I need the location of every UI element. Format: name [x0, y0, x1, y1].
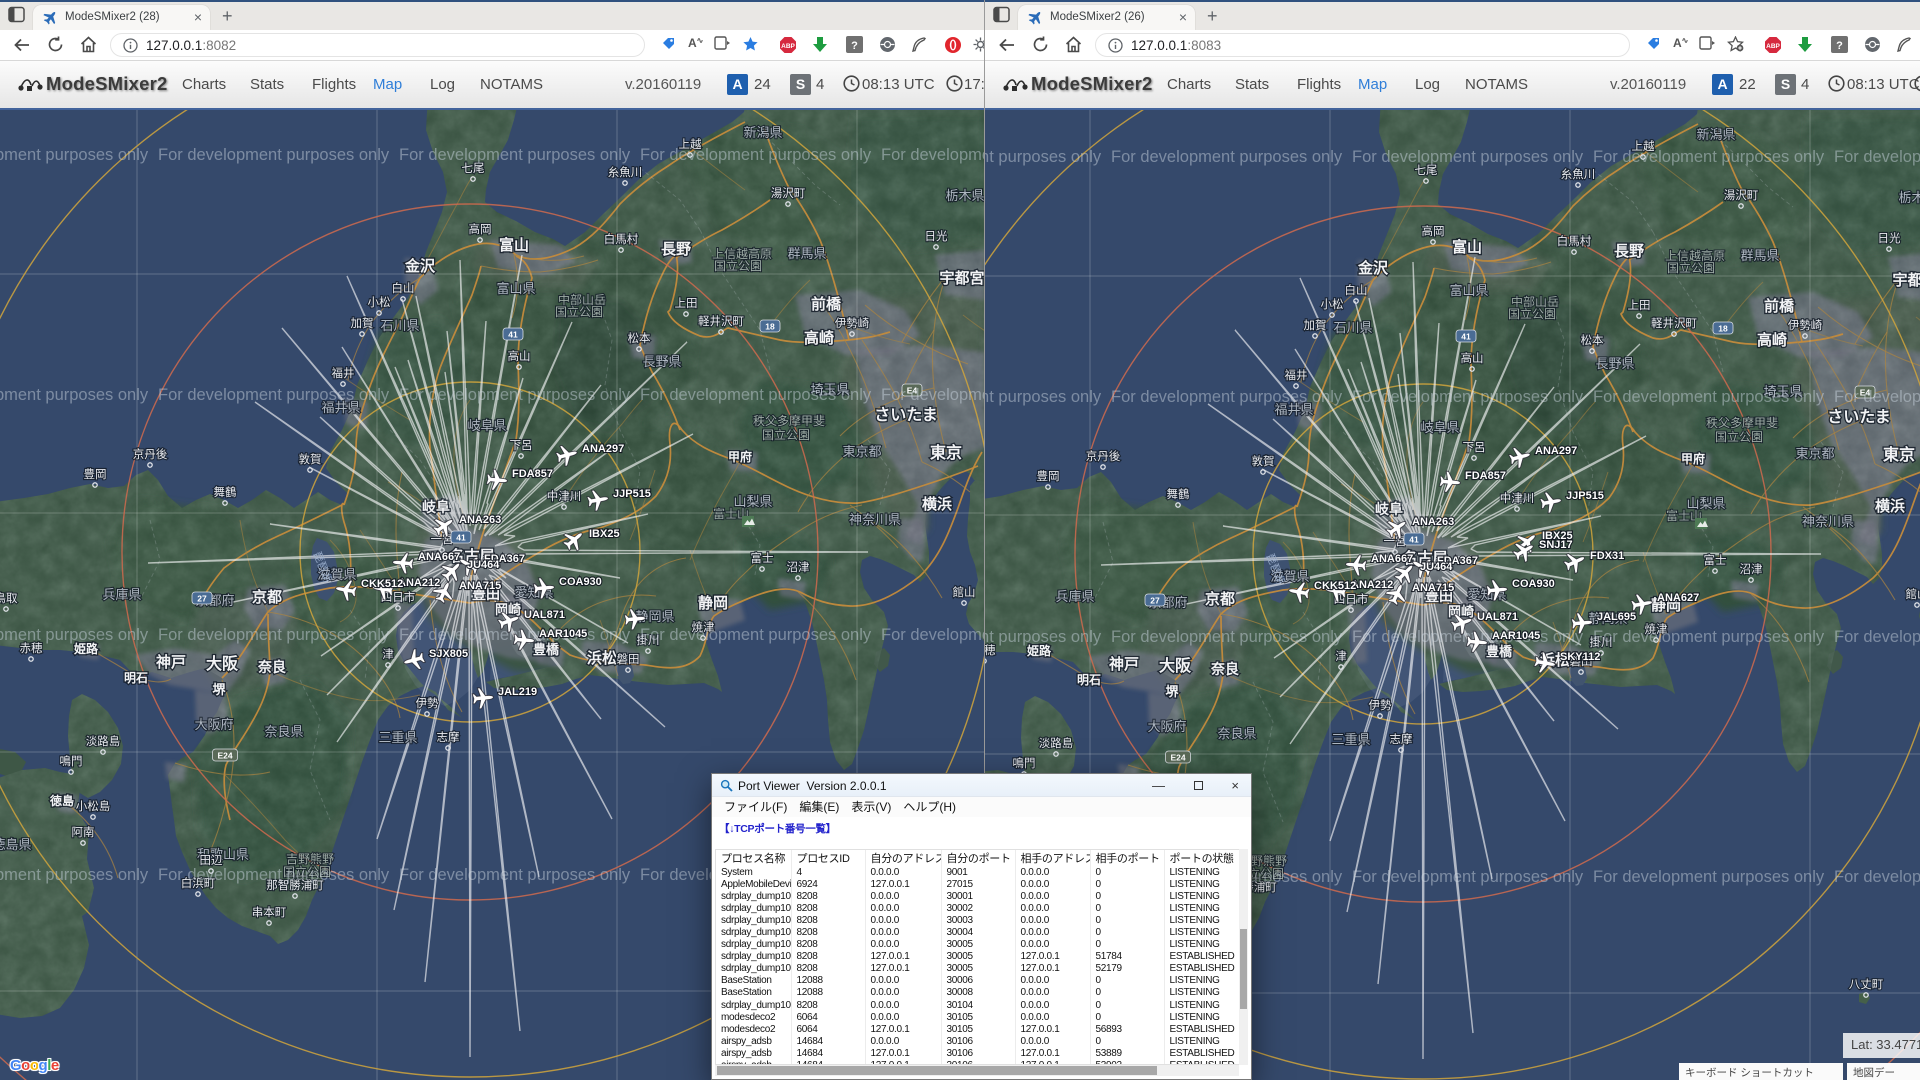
svg-text:ABP: ABP	[1766, 43, 1780, 50]
svg-text:?: ?	[851, 40, 858, 52]
svg-text:FDX31: FDX31	[1590, 550, 1624, 562]
svg-text:JAL695: JAL695	[1597, 611, 1636, 623]
svg-text:SKY112: SKY112	[1560, 651, 1600, 663]
svg-text:ABP: ABP	[781, 43, 795, 50]
svg-text:ANA627: ANA627	[1657, 592, 1699, 604]
svg-text:JAL219: JAL219	[498, 686, 537, 698]
svg-text:SJX805: SJX805	[429, 648, 468, 660]
svg-text:SNJ17: SNJ17	[1539, 539, 1573, 551]
svg-text:?: ?	[1836, 40, 1843, 52]
